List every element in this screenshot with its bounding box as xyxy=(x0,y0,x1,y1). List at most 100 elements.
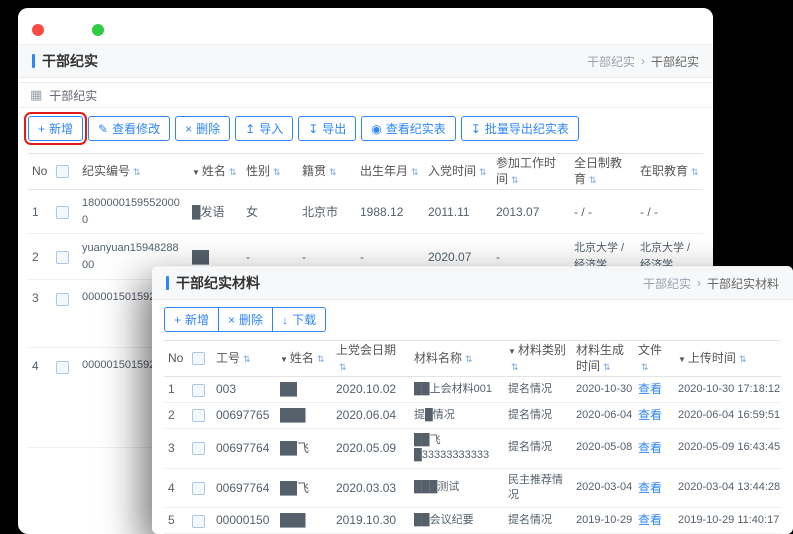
column-header-name[interactable]: ▼姓名⇅ xyxy=(188,154,242,190)
table-row[interactable]: 1 18000001595520000 █发语 女 北京市 1988.12 20… xyxy=(28,190,703,234)
cell-gender: 女 xyxy=(242,190,298,234)
column-header-gen-date[interactable]: 材料生成时间⇅ xyxy=(572,341,634,377)
view-record-table-button[interactable]: ◉ 查看纪实表 xyxy=(361,116,456,141)
table-row[interactable]: 4 00697764 ██飞 2020.03.03 ███测试 民主推荐情况 2… xyxy=(164,468,781,508)
column-header-material-name[interactable]: 材料名称⇅ xyxy=(410,341,504,377)
column-header-party-join[interactable]: 入党时间⇅ xyxy=(424,154,492,190)
row-checkbox[interactable] xyxy=(56,251,69,264)
cell-emp-id: 00697764 xyxy=(212,428,276,468)
sort-icon[interactable]: ⇅ xyxy=(479,167,487,177)
import-button[interactable]: ↥ 导入 xyxy=(235,116,293,141)
column-header-work-start[interactable]: 参加工作时间⇅ xyxy=(492,154,570,190)
cell-meeting-date: 2020.06.04 xyxy=(332,402,410,428)
add-button[interactable]: + 新增 xyxy=(28,116,83,141)
cell-fulltime-edu: - / - xyxy=(570,190,636,234)
filter-icon[interactable]: ▼ xyxy=(678,355,686,364)
column-header-upload-time[interactable]: ▼上传时间⇅ xyxy=(674,341,781,377)
view-file-link[interactable]: 查看 xyxy=(638,382,662,396)
row-checkbox[interactable] xyxy=(192,384,205,397)
cell-file: 查看 xyxy=(634,402,674,428)
row-checkbox[interactable] xyxy=(192,515,205,528)
column-header-birth-month[interactable]: 出生年月⇅ xyxy=(356,154,424,190)
column-header-onjob-edu[interactable]: 在职教育⇅ xyxy=(636,154,703,190)
download-material-button[interactable]: ↓ 下载 xyxy=(272,307,326,332)
materials-header: 干部纪实材料 干部纪实 › 干部纪实材料 xyxy=(152,266,793,300)
delete-button[interactable]: × 删除 xyxy=(175,116,230,141)
breadcrumb-current: 干部纪实材料 xyxy=(707,275,779,292)
table-row[interactable]: 1 003 ██ 2020.10.02 ██上会材料001 提名情况 2020-… xyxy=(164,377,781,403)
breadcrumb-parent[interactable]: 干部纪实 xyxy=(587,53,635,70)
column-header-record-id[interactable]: 纪实编号⇅ xyxy=(78,154,188,190)
row-checkbox[interactable] xyxy=(192,442,205,455)
sort-icon[interactable]: ⇅ xyxy=(243,354,251,364)
sort-icon[interactable]: ⇅ xyxy=(133,167,141,177)
cell-select xyxy=(188,377,212,403)
sort-icon[interactable]: ⇅ xyxy=(229,167,237,177)
materials-title: 干部纪实材料 xyxy=(166,273,260,293)
filter-icon[interactable]: ▼ xyxy=(192,168,200,177)
row-checkbox[interactable] xyxy=(56,206,69,219)
filter-icon[interactable]: ▼ xyxy=(280,355,288,364)
sort-icon[interactable]: ⇅ xyxy=(641,362,649,372)
breadcrumb: 干部纪实 › 干部纪实 xyxy=(587,53,699,70)
cell-no: 4 xyxy=(164,468,188,508)
button-label: 新增 xyxy=(49,120,73,137)
filter-icon[interactable]: ▼ xyxy=(508,347,516,356)
column-header-file[interactable]: 文件⇅ xyxy=(634,341,674,377)
sort-icon[interactable]: ⇅ xyxy=(339,362,347,372)
table-row[interactable]: 2 00697765 ███ 2020.06.04 提█情况 提名情况 2020… xyxy=(164,402,781,428)
column-label: 姓名 xyxy=(290,351,314,365)
sort-icon[interactable]: ⇅ xyxy=(739,354,747,364)
delete-material-button[interactable]: × 删除 xyxy=(218,307,273,332)
sort-icon[interactable]: ⇅ xyxy=(273,167,281,177)
add-material-button[interactable]: + 新增 xyxy=(164,307,219,332)
batch-export-button[interactable]: ↧ 批量导出纪实表 xyxy=(461,116,579,141)
column-label: 在职教育 xyxy=(640,164,688,178)
materials-title-text: 干部纪实材料 xyxy=(176,273,260,293)
sort-icon[interactable]: ⇅ xyxy=(317,354,325,364)
view-file-link[interactable]: 查看 xyxy=(638,441,662,455)
column-header-emp-id[interactable]: 工号⇅ xyxy=(212,341,276,377)
row-checkbox[interactable] xyxy=(192,482,205,495)
row-checkbox[interactable] xyxy=(192,409,205,422)
sort-icon[interactable]: ⇅ xyxy=(589,175,597,185)
view-file-link[interactable]: 查看 xyxy=(638,481,662,495)
cell-select xyxy=(52,190,78,234)
sort-icon[interactable]: ⇅ xyxy=(329,167,337,177)
view-file-link[interactable]: 查看 xyxy=(638,513,662,527)
sort-icon[interactable]: ⇅ xyxy=(691,167,699,177)
sort-icon[interactable]: ⇅ xyxy=(603,362,611,372)
select-all-checkbox[interactable] xyxy=(56,165,69,178)
sort-icon[interactable]: ⇅ xyxy=(511,362,519,372)
export-button[interactable]: ↧ 导出 xyxy=(298,116,356,141)
select-all-checkbox[interactable] xyxy=(192,352,205,365)
cell-no: 2 xyxy=(28,234,52,280)
row-checkbox[interactable] xyxy=(56,361,69,374)
close-window-button[interactable] xyxy=(32,24,44,36)
page-header: 干部纪实 干部纪实 › 干部纪实 xyxy=(18,44,713,78)
column-label: 入党时间 xyxy=(428,164,476,178)
main-toolbar: + 新增 ✎ 查看修改 × 删除 ↥ 导入 ↧ 导出 ◉ 查看纪实表 ↧ 批量导… xyxy=(18,108,713,153)
column-header-gender[interactable]: 性别⇅ xyxy=(242,154,298,190)
zoom-window-button[interactable] xyxy=(92,24,104,36)
column-header-meeting-date[interactable]: 上党会日期⇅ xyxy=(332,341,410,377)
view-file-link[interactable]: 查看 xyxy=(638,408,662,422)
cell-category: 提名情况 xyxy=(504,377,572,403)
sort-icon[interactable]: ⇅ xyxy=(465,354,473,364)
column-header-fulltime-edu[interactable]: 全日制教育⇅ xyxy=(570,154,636,190)
column-header-category[interactable]: ▼材料类别⇅ xyxy=(504,341,572,377)
column-header-name[interactable]: ▼姓名⇅ xyxy=(276,341,332,377)
cell-material-name: ██会议纪要 xyxy=(410,508,504,534)
row-checkbox[interactable] xyxy=(56,293,69,306)
breadcrumb-parent[interactable]: 干部纪实 xyxy=(643,275,691,292)
button-label: 删除 xyxy=(196,120,220,137)
table-row[interactable]: 5 00000150 ███ 2019.10.30 ██会议纪要 提名情况 20… xyxy=(164,508,781,534)
sort-icon[interactable]: ⇅ xyxy=(511,175,519,185)
table-row[interactable]: 3 00697764 ██飞 2020.05.09 ██飞█3333333333… xyxy=(164,428,781,468)
view-edit-button[interactable]: ✎ 查看修改 xyxy=(88,116,170,141)
column-header-birthplace[interactable]: 籍贯⇅ xyxy=(298,154,356,190)
sort-icon[interactable]: ⇅ xyxy=(411,167,419,177)
column-label: 上传时间 xyxy=(688,351,736,365)
cell-upload-time: 2020-03-04 13:44:28 xyxy=(674,468,781,508)
section-bar: ▦ 干部纪实 xyxy=(18,82,713,108)
